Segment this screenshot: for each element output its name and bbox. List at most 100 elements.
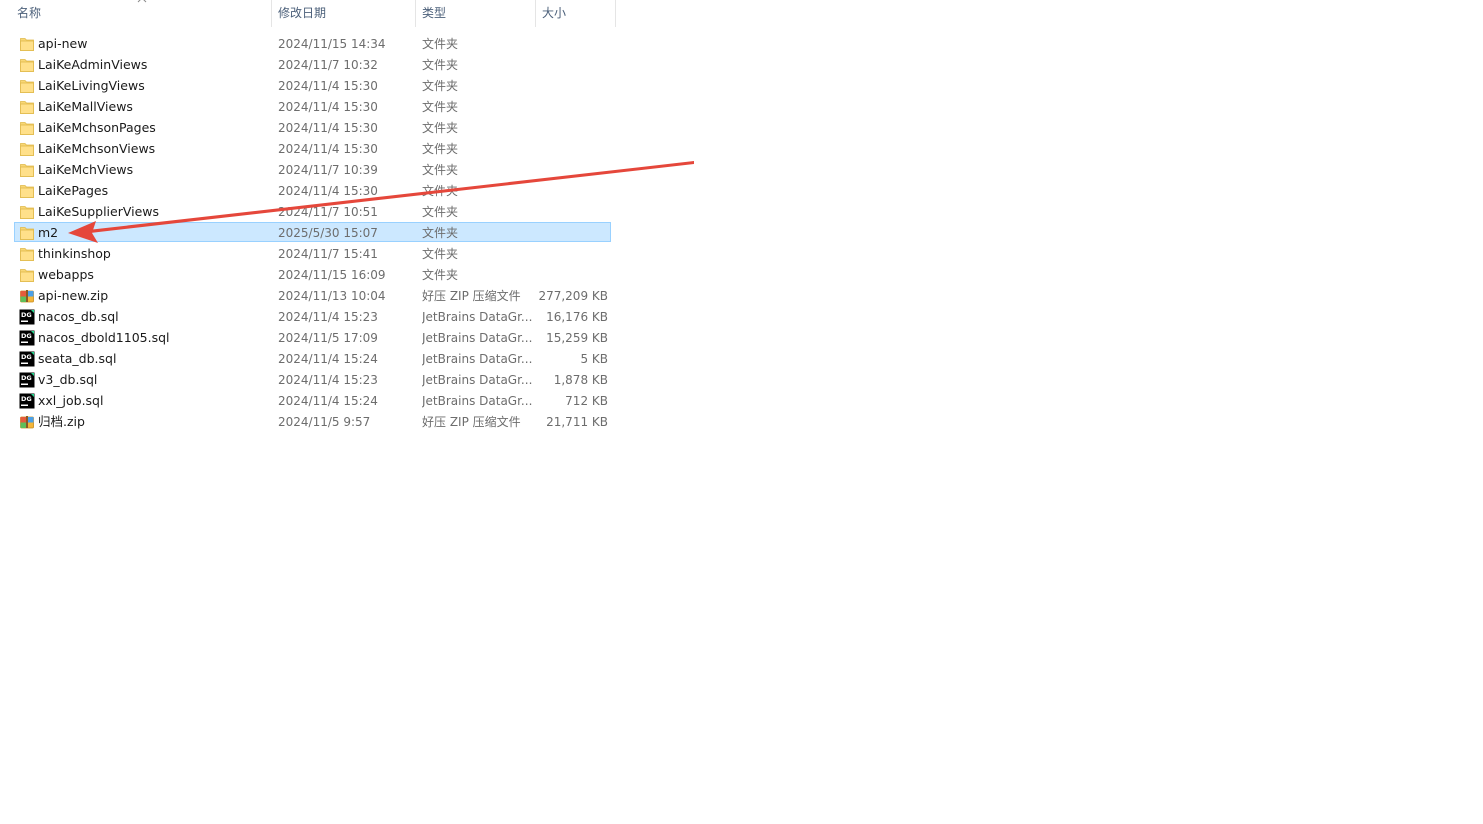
file-size: 277,209 KB [538,289,608,303]
file-name: LaiKeAdminViews [38,57,148,72]
file-type: 文件夹 [422,121,459,135]
folder-icon [19,141,35,157]
file-date-modified: 2024/11/7 10:32 [278,58,378,72]
file-size [537,97,608,117]
file-size: 5 KB [580,352,608,366]
file-row[interactable]: DG nacos_db.sql 2024/11/4 15:23 JetBrains D… [14,306,611,326]
file-date-modified: 2024/11/4 15:23 [278,373,378,387]
file-date-modified: 2024/11/4 15:23 [278,310,378,324]
file-row[interactable]: DG nacos_dbold1105.sql 2024/11/5 17:09 JetB… [14,327,611,347]
column-header-date[interactable]: 修改日期 [272,0,416,27]
file-size [537,202,608,222]
file-name: LaiKePages [38,183,109,198]
file-explorer: 名称 修改日期 类型 大小 api-new 2024/11/15 14:34 文件夹… [0,0,1483,824]
datagrip-icon: DG [19,351,35,367]
file-date-modified: 2024/11/4 15:24 [278,352,378,366]
datagrip-icon: DG [19,330,35,346]
file-type: 文件夹 [422,37,459,51]
file-name: LaiKeMchsonPages [38,120,156,135]
file-date-modified: 2024/11/4 15:30 [278,142,378,156]
file-date-modified: 2024/11/5 17:09 [278,331,378,345]
zip-archive-icon [19,288,35,304]
file-date-modified: 2024/11/4 15:30 [278,79,378,93]
folder-icon [19,204,35,220]
file-type: 文件夹 [422,247,459,261]
file-date-modified: 2024/11/7 10:39 [278,163,378,177]
file-name: nacos_dbold1105.sql [38,330,170,345]
folder-icon [19,246,35,262]
file-size [537,181,608,201]
file-size [537,118,608,138]
file-size: 21,711 KB [546,415,608,429]
file-row[interactable]: DG v3_db.sql 2024/11/4 15:23 JetBrains Data… [14,369,611,389]
file-date-modified: 2024/11/5 9:57 [278,415,371,429]
file-date-modified: 2024/11/13 10:04 [278,289,386,303]
datagrip-icon: DG [19,309,35,325]
file-size: 15,259 KB [546,331,608,345]
file-size: 712 KB [565,394,608,408]
file-row[interactable]: thinkinshop 2024/11/7 15:41 文件夹 [14,243,611,263]
file-type: 好压 ZIP 压缩文件 [422,415,521,429]
folder-icon [19,225,35,241]
file-name: xxl_job.sql [38,393,104,408]
file-date-modified: 2024/11/4 15:30 [278,100,378,114]
file-row[interactable]: LaiKeLivingViews 2024/11/4 15:30 文件夹 [14,75,611,95]
file-row[interactable]: LaiKeMchViews 2024/11/7 10:39 文件夹 [14,159,611,179]
file-name: LaiKeLivingViews [38,78,145,93]
file-type: 文件夹 [422,205,459,219]
file-name: webapps [38,267,94,282]
file-date-modified: 2024/11/4 15:30 [278,184,378,198]
file-name: api-new.zip [38,288,109,303]
file-size [537,160,608,180]
file-type: 好压 ZIP 压缩文件 [422,289,521,303]
file-row[interactable]: LaiKeSupplierViews 2024/11/7 10:51 文件夹 [14,201,611,221]
file-size [537,34,608,54]
file-row[interactable]: api-new 2024/11/15 14:34 文件夹 [14,33,611,53]
file-type: JetBrains DataGr... [422,310,533,324]
file-type: 文件夹 [422,58,459,72]
svg-text:DG: DG [21,311,32,319]
file-row[interactable]: LaiKeMallViews 2024/11/4 15:30 文件夹 [14,96,611,116]
file-size [537,55,608,75]
file-row[interactable]: DG xxl_job.sql 2024/11/4 15:24 JetBrains Da… [14,390,611,410]
file-size [537,139,608,159]
column-header-name[interactable]: 名称 [11,0,272,27]
file-type: JetBrains DataGr... [422,331,533,345]
zip-archive-icon [19,414,35,430]
file-date-modified: 2024/11/15 16:09 [278,268,386,282]
file-type: 文件夹 [422,184,459,198]
folder-icon [19,36,35,52]
folder-icon [19,120,35,136]
column-header-size[interactable]: 大小 [536,0,616,27]
file-type: 文件夹 [422,100,459,114]
file-row[interactable]: 归档.zip 2024/11/5 9:57 好压 ZIP 压缩文件 21,711 KB [14,411,611,431]
datagrip-icon: DG [19,393,35,409]
file-size: 16,176 KB [546,310,608,324]
file-name: nacos_db.sql [38,309,119,324]
folder-icon [19,78,35,94]
file-row[interactable]: LaiKeMchsonPages 2024/11/4 15:30 文件夹 [14,117,611,137]
file-name: LaiKeMallViews [38,99,133,114]
svg-text:DG: DG [21,332,32,340]
file-name: seata_db.sql [38,351,117,366]
file-name: LaiKeMchsonViews [38,141,156,156]
column-header-type[interactable]: 类型 [416,0,536,27]
file-type: JetBrains DataGr... [422,352,533,366]
file-name: 归档.zip [38,414,85,429]
folder-icon [19,267,35,283]
folder-icon [19,162,35,178]
file-date-modified: 2024/11/15 14:34 [278,37,386,51]
file-row-selected[interactable]: m2 2025/5/30 15:07 文件夹 [14,222,611,242]
file-row[interactable]: LaiKeAdminViews 2024/11/7 10:32 文件夹 [14,54,611,74]
file-size: 1,878 KB [553,373,608,387]
file-row[interactable]: DG seata_db.sql 2024/11/4 15:24 JetBrains D… [14,348,611,368]
file-row[interactable]: LaiKePages 2024/11/4 15:30 文件夹 [14,180,611,200]
file-date-modified: 2024/11/4 15:24 [278,394,378,408]
file-name: m2 [38,225,59,240]
svg-text:DG: DG [21,353,32,361]
file-row[interactable]: api-new.zip 2024/11/13 10:04 好压 ZIP 压缩文件 27… [14,285,611,305]
file-type: 文件夹 [422,79,459,93]
file-type: 文件夹 [422,142,459,156]
file-row[interactable]: LaiKeMchsonViews 2024/11/4 15:30 文件夹 [14,138,611,158]
file-row[interactable]: webapps 2024/11/15 16:09 文件夹 [14,264,611,284]
